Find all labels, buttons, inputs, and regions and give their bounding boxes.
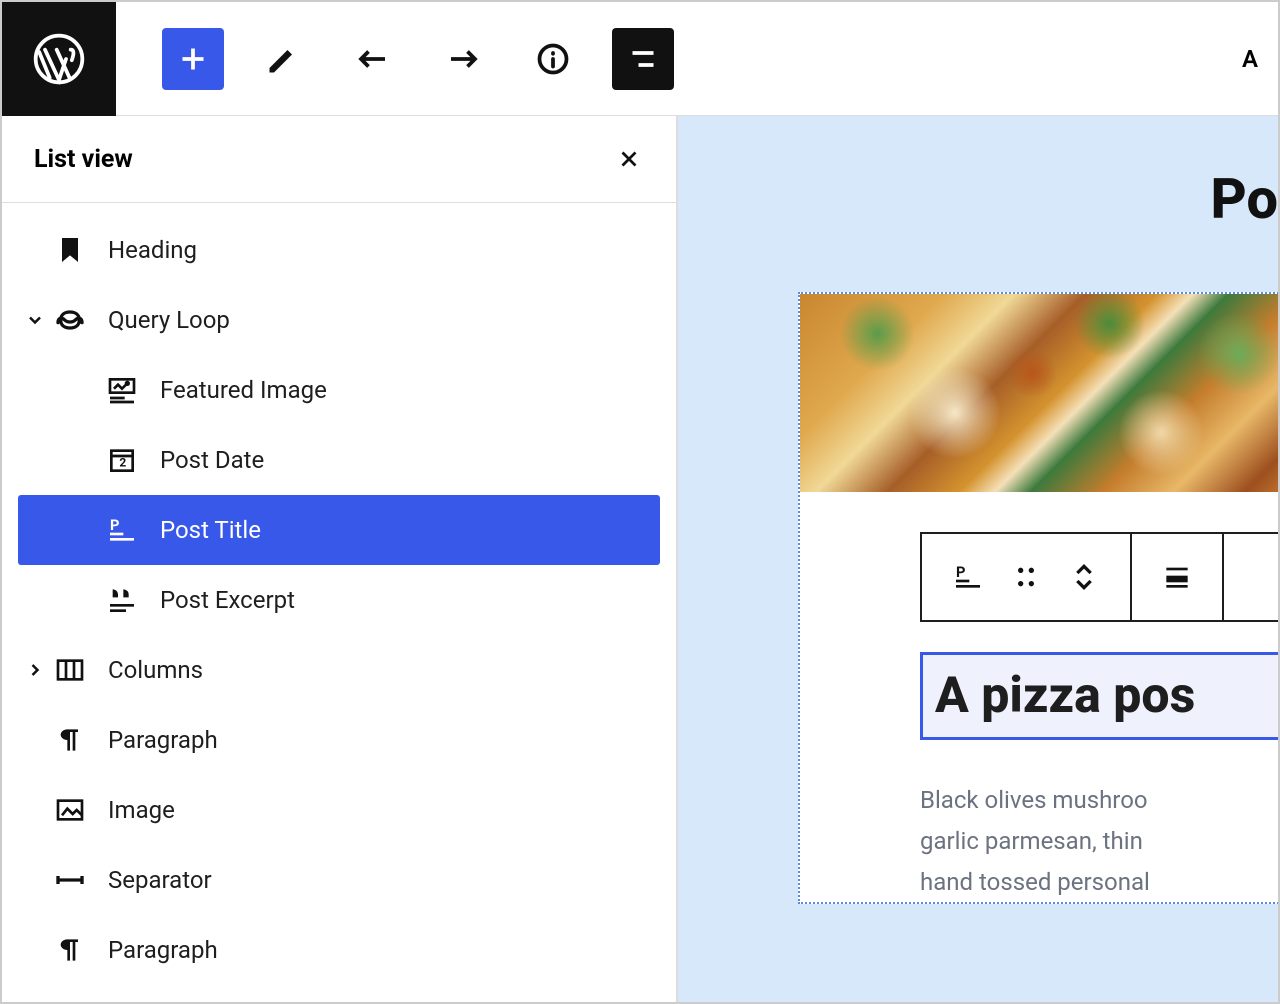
tree-item-separator[interactable]: Separator (2, 845, 676, 915)
editor-canvas: Po P (678, 116, 1278, 1002)
post-title-icon: P (952, 561, 984, 593)
paragraph-icon (50, 934, 90, 966)
block-tree: Heading Query Loop Featured Image 2 Post Dat… (2, 203, 676, 985)
block-toolbar: P (920, 532, 1278, 622)
tree-item-columns[interactable]: Columns (2, 635, 676, 705)
tree-item-image[interactable]: Image (2, 775, 676, 845)
excerpt-line: hand tossed personal (920, 862, 1278, 903)
post-title-block[interactable]: A pizza pos (920, 652, 1278, 740)
excerpt-line: garlic parmesan, thin (920, 821, 1278, 862)
tree-item-label: Post Excerpt (160, 586, 295, 614)
columns-icon (50, 654, 90, 686)
align-icon (1161, 561, 1193, 593)
list-view-button[interactable] (612, 28, 674, 90)
topbar-tools (116, 28, 674, 90)
close-icon (616, 146, 642, 172)
list-view-header: List view (2, 116, 676, 203)
close-button[interactable] (614, 144, 644, 174)
list-view-icon (625, 41, 661, 77)
svg-text:P: P (110, 516, 119, 534)
topbar-right-text: A (1242, 45, 1278, 73)
tree-item-label: Columns (108, 656, 203, 684)
featured-image-block[interactable] (800, 294, 1278, 492)
drag-icon (1010, 561, 1042, 593)
svg-text:2: 2 (119, 456, 126, 470)
edit-button[interactable] (252, 28, 314, 90)
toolbar-overflow[interactable] (1224, 534, 1278, 620)
details-button[interactable] (522, 28, 584, 90)
plus-icon (175, 41, 211, 77)
tree-item-paragraph[interactable]: Paragraph (2, 705, 676, 775)
tree-item-post-date[interactable]: 2 Post Date (2, 425, 676, 495)
tree-item-query-loop[interactable]: Query Loop (2, 285, 676, 355)
tree-item-label: Paragraph (108, 726, 218, 754)
post-body: P A pizza pos (800, 492, 1278, 902)
block-type-button[interactable]: P (952, 561, 984, 593)
svg-text:P: P (956, 563, 965, 581)
calendar-icon: 2 (102, 444, 142, 476)
toolbar-segment-block: P (922, 534, 1132, 620)
move-up-down-button[interactable] (1068, 561, 1100, 593)
excerpt-line: Black olives mushroo (920, 780, 1278, 821)
redo-button[interactable] (432, 28, 494, 90)
drag-handle-button[interactable] (1010, 561, 1042, 593)
wordpress-logo-button[interactable] (2, 2, 116, 116)
undo-button[interactable] (342, 28, 404, 90)
tree-item-heading[interactable]: Heading (2, 215, 676, 285)
undo-icon (355, 41, 391, 77)
tree-item-label: Heading (108, 236, 197, 264)
paragraph-icon (50, 724, 90, 756)
post-title-icon: P (102, 514, 142, 546)
tree-item-featured-image[interactable]: Featured Image (2, 355, 676, 425)
tree-item-label: Separator (108, 866, 212, 894)
post-excerpt-block[interactable]: Black olives mushroo garlic parmesan, th… (920, 780, 1278, 902)
pencil-icon (265, 41, 301, 77)
align-button[interactable] (1132, 534, 1224, 620)
chevron-right-icon[interactable] (20, 660, 50, 680)
bookmark-icon (50, 234, 90, 266)
tree-item-post-excerpt[interactable]: Post Excerpt (2, 565, 676, 635)
tree-item-label: Paragraph (108, 936, 218, 964)
tree-item-post-title[interactable]: P Post Title (18, 495, 660, 565)
tree-item-label: Query Loop (108, 306, 230, 334)
loop-icon (50, 304, 90, 336)
tree-item-label: Image (108, 796, 175, 824)
chevron-up-down-icon (1068, 561, 1100, 593)
post-title-text: A pizza pos (935, 667, 1278, 725)
tree-item-label: Post Title (160, 516, 261, 544)
tree-item-paragraph[interactable]: Paragraph (2, 915, 676, 985)
quote-icon (102, 584, 142, 616)
redo-icon (445, 41, 481, 77)
list-view-title: List view (34, 145, 133, 174)
chevron-down-icon[interactable] (20, 310, 50, 330)
tree-item-label: Post Date (160, 446, 264, 474)
list-view-panel: List view Heading Query Loop Featured Imag… (2, 116, 678, 1002)
wordpress-icon (31, 31, 87, 87)
info-icon (535, 41, 571, 77)
main-area: List view Heading Query Loop Featured Imag… (2, 116, 1278, 1002)
editor-topbar: A (2, 2, 1278, 116)
tree-item-label: Featured Image (160, 376, 327, 404)
image-icon (50, 794, 90, 826)
page-heading: Po (798, 166, 1278, 232)
featured-image-icon (102, 374, 142, 406)
query-loop-preview[interactable]: P A pizza pos (798, 292, 1278, 904)
add-block-button[interactable] (162, 28, 224, 90)
separator-icon (50, 864, 90, 896)
